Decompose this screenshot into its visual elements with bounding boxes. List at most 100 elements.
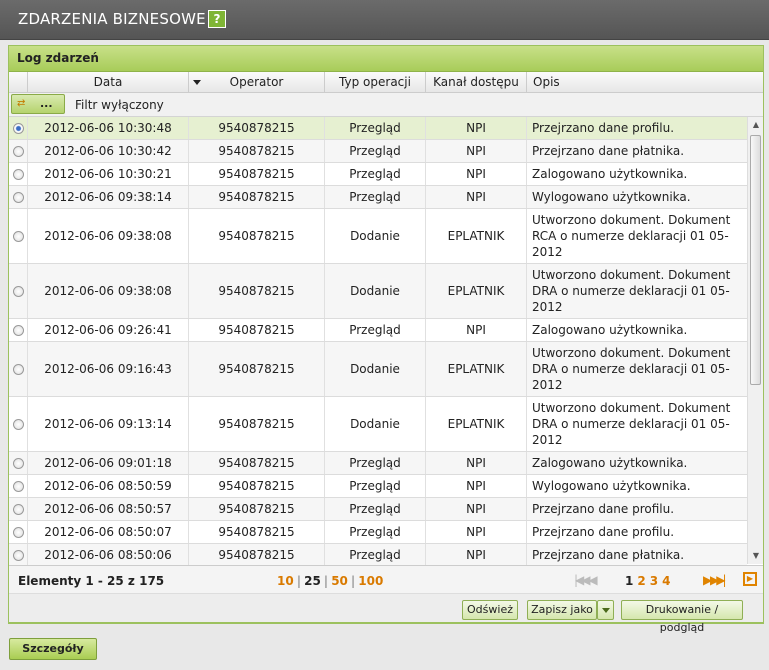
actions-bar: Odśwież Zapisz jako Drukowanie / podgląd [9,594,763,634]
radio-icon[interactable] [12,457,24,469]
cell-channel: NPI [426,163,527,185]
page-3[interactable]: 3 [650,574,658,588]
refresh-button[interactable]: Odśwież [462,600,518,620]
cell-date: 2012-06-06 08:50:57 [28,498,189,520]
table-row[interactable]: 2012-06-06 10:30:48 9540878215 Przegląd NPI… [9,117,747,140]
cell-desc: Przejrzano dane płatnika. [532,548,685,562]
column-header-access-channel[interactable]: Kanał dostępu [426,72,527,93]
radio-icon[interactable] [12,549,24,561]
filter-button[interactable]: ⇄ ... [11,94,65,114]
radio-icon[interactable] [12,145,24,157]
save-as-button[interactable]: Zapisz jako [527,600,597,620]
cell-operator: 9540878215 [189,544,325,566]
radio-icon[interactable] [12,191,24,203]
cell-operator: 9540878215 [189,117,325,139]
cell-type: Dodanie [325,397,426,451]
page-4[interactable]: 4 [662,574,670,588]
table-row[interactable]: 2012-06-06 08:50:07 9540878215 Przegląd NPI… [9,521,747,544]
radio-icon[interactable] [12,526,24,538]
scroll-thumb[interactable] [750,135,761,385]
column-header-description[interactable]: Opis [527,72,763,93]
table-row[interactable]: 2012-06-06 08:50:06 9540878215 Przegląd NPI… [9,544,747,567]
scroll-down-icon[interactable]: ▼ [748,548,764,564]
table-row[interactable]: 2012-06-06 10:30:21 9540878215 Przegląd NPI… [9,163,747,186]
row-select-cell [9,163,28,185]
cell-operator: 9540878215 [189,521,325,543]
cell-channel: NPI [426,475,527,497]
page-size-100[interactable]: 100 [358,574,383,588]
cell-operator: 9540878215 [189,163,325,185]
cell-operator: 9540878215 [189,319,325,341]
cell-type: Przegląd [325,186,426,208]
panel-header: Log zdarzeń [9,46,763,72]
table-row[interactable]: 2012-06-06 09:26:41 9540878215 Przegląd NPI… [9,319,747,342]
table-row[interactable]: 2012-06-06 10:30:42 9540878215 Przegląd NPI… [9,140,747,163]
column-header-row: Data Operator Typ operacji Kanał dostępu… [9,72,763,93]
table-row[interactable]: 2012-06-06 08:50:59 9540878215 Przegląd NPI… [9,475,747,498]
page-2[interactable]: 2 [637,574,645,588]
chevron-down-icon [602,608,610,613]
cell-channel: NPI [426,140,527,162]
first-prev-page-icon[interactable]: |◀◀ ◀ [574,573,597,587]
radio-icon[interactable] [12,324,24,336]
table-row[interactable]: 2012-06-06 09:38:14 9540878215 Przegląd NPI… [9,186,747,209]
cell-type: Przegląd [325,163,426,185]
radio-icon[interactable] [12,285,24,297]
cell-date: 2012-06-06 10:30:21 [28,163,189,185]
table-scrollbar[interactable]: ▲ ▼ [747,117,763,564]
details-button[interactable]: Szczegóły [9,638,97,660]
row-select-cell [9,475,28,497]
help-icon[interactable]: ? [208,10,226,28]
radio-icon[interactable] [12,230,24,242]
cell-operator: 9540878215 [189,475,325,497]
table-row[interactable]: 2012-06-06 09:38:08 9540878215 Dodanie EPLA… [9,209,747,264]
page-1[interactable]: 1 [625,574,633,588]
last-page-icon[interactable]: ▶ [743,572,757,586]
cell-desc: Zalogowano użytkownika. [532,167,688,181]
column-header-select [9,72,28,93]
row-select-cell [9,544,28,566]
row-select-cell [9,264,28,318]
row-select-cell [9,117,28,139]
cell-date: 2012-06-06 09:26:41 [28,319,189,341]
scroll-up-icon[interactable]: ▲ [748,117,764,133]
column-header-date[interactable]: Data [28,72,201,93]
save-as-dropdown[interactable] [597,600,614,620]
row-select-cell [9,521,28,543]
cell-desc: Przejrzano dane profilu. [532,525,675,539]
radio-icon[interactable] [12,418,24,430]
column-header-operator[interactable]: Operator [189,72,325,93]
cell-desc: Utworzono dokument. Dokument DRA o numer… [532,268,731,314]
cell-channel: NPI [426,498,527,520]
column-header-operation-type[interactable]: Typ operacji [325,72,426,93]
radio-icon[interactable] [12,363,24,375]
table-row[interactable]: 2012-06-06 09:16:43 9540878215 Dodanie EPLA… [9,342,747,397]
cell-operator: 9540878215 [189,140,325,162]
cell-operator: 9540878215 [189,498,325,520]
page-links: 1234 [625,574,670,588]
element-count: Elementy 1 - 25 z 175 [18,574,165,588]
cell-date: 2012-06-06 09:38:08 [28,209,189,263]
cell-type: Przegląd [325,319,426,341]
row-select-cell [9,186,28,208]
print-preview-button[interactable]: Drukowanie / podgląd [621,600,743,634]
page-size-10[interactable]: 10 [277,574,294,588]
cell-type: Przegląd [325,475,426,497]
pager-bar: Elementy 1 - 25 z 175 10 | 25 | 50 | 100 |◀◀ ◀… [9,565,763,594]
cell-desc: Przejrzano dane profilu. [532,502,675,516]
radio-icon[interactable] [12,168,24,180]
page-size-50[interactable]: 50 [331,574,348,588]
radio-icon[interactable] [12,122,24,134]
table-row[interactable]: 2012-06-06 08:50:57 9540878215 Przegląd NPI… [9,498,747,521]
cell-channel: NPI [426,452,527,474]
cell-type: Przegląd [325,498,426,520]
radio-icon[interactable] [12,480,24,492]
radio-icon[interactable] [12,503,24,515]
page-size-25[interactable]: 25 [304,574,321,588]
table-row[interactable]: 2012-06-06 09:01:18 9540878215 Przegląd NPI… [9,452,747,475]
table-row[interactable]: 2012-06-06 09:13:14 9540878215 Dodanie EPLA… [9,397,747,452]
next-page-icon[interactable]: ▶ ▶▶| [703,573,726,587]
cell-date: 2012-06-06 10:30:48 [28,117,189,139]
cell-type: Przegląd [325,117,426,139]
table-row[interactable]: 2012-06-06 09:38:08 9540878215 Dodanie EPLA… [9,264,747,319]
